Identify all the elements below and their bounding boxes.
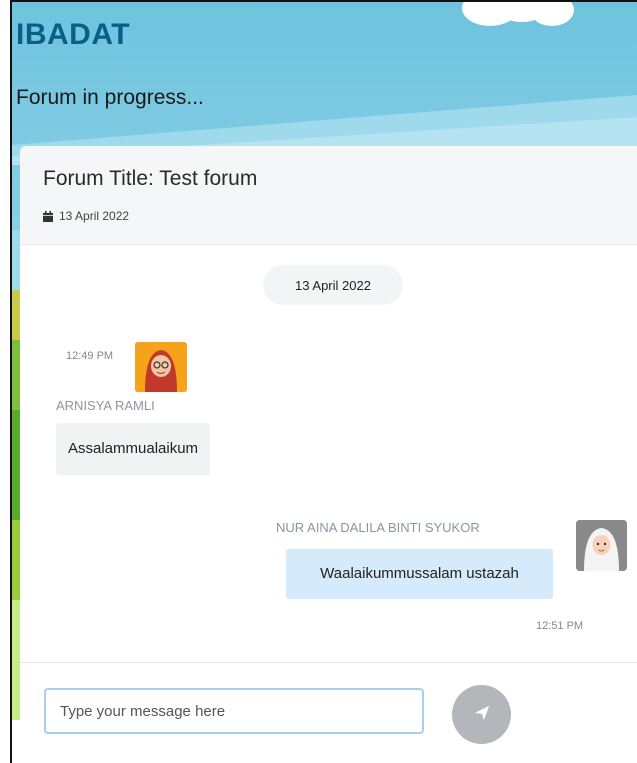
message-time: 12:51 PM [536, 620, 584, 632]
forum-header: Forum Title: Test forum 13 April 2022 [20, 146, 637, 245]
message-bubble: Waalaikummussalam ustazah [286, 549, 553, 599]
send-button[interactable] [452, 685, 511, 744]
message-input[interactable] [44, 688, 424, 734]
forum-date: 13 April 2022 [59, 209, 130, 223]
left-decoration [12, 230, 20, 720]
message-bubble: Assalammualaikum [56, 423, 211, 475]
calendar-icon [43, 210, 53, 222]
message-time: 12:49 PM [66, 350, 114, 362]
avatar [135, 342, 187, 392]
message-sender: NUR AINA DALILA BINTI SYUKOR [276, 520, 480, 535]
message-sender: ARNISYA RAMLI [56, 398, 155, 413]
paper-plane-icon [473, 704, 491, 725]
message-composer [20, 662, 637, 744]
cloud-icon [460, 0, 575, 30]
forum-card: Forum Title: Test forum 13 April 2022 13… [20, 146, 637, 744]
window-border [10, 0, 637, 2]
date-divider: 13 April 2022 [263, 265, 403, 305]
forum-date-row: 13 April 2022 [43, 209, 129, 223]
brand-logo-text: IBADAT [16, 18, 131, 51]
avatar [576, 520, 627, 571]
forum-title: Forum Title: Test forum [43, 167, 258, 190]
window-border [10, 0, 12, 763]
app-window: IBADAT Forum in progress... Forum Title:… [0, 0, 637, 763]
page-subtitle: Forum in progress... [16, 86, 204, 109]
